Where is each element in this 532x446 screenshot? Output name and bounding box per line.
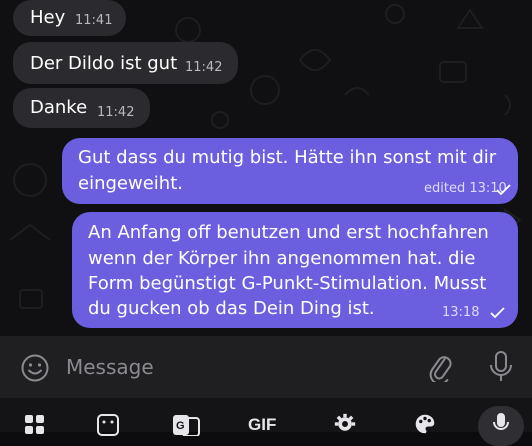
message-time: 13:18 (442, 305, 480, 320)
message-composer: Message (0, 336, 532, 398)
apps-grid-icon[interactable] (24, 414, 46, 436)
message-bubble-incoming[interactable]: Der Dildo ist gut 11:42 (13, 42, 238, 84)
chat-area[interactable]: Hey 11:41 Der Dildo ist gut 11:42 Danke … (0, 0, 532, 336)
microphone-icon[interactable] (488, 350, 514, 384)
voice-input-button[interactable] (478, 406, 524, 446)
microphone-icon (493, 413, 509, 430)
message-text-line: wenn der Körper ihn angenommen hat. die (88, 248, 476, 269)
message-text: Danke (30, 97, 88, 118)
message-text-line: Form begünstigt G-Punkt-Stimulation. Mus… (88, 273, 487, 294)
read-check-icon (490, 307, 505, 319)
emoji-icon[interactable] (20, 353, 50, 383)
keyboard-toolbar: G GIF (0, 398, 532, 446)
sticker-icon[interactable] (96, 414, 120, 436)
read-check-icon (496, 184, 511, 196)
message-time: 11:42 (185, 60, 223, 75)
message-bubble-incoming[interactable]: Hey 11:41 (13, 0, 126, 36)
attach-icon[interactable] (426, 352, 454, 382)
message-text-line: eingeweiht. (78, 173, 183, 194)
translate-icon[interactable]: G (172, 414, 200, 436)
message-bubble-outgoing[interactable]: Gut dass du mutig bist. Hätte ihn sonst … (62, 138, 518, 204)
message-bubble-incoming[interactable]: Danke 11:42 (13, 88, 150, 128)
gif-button[interactable]: GIF (248, 415, 276, 435)
message-time: 11:42 (97, 105, 135, 120)
message-text-line: Gut dass du mutig bist. Hätte ihn sonst … (78, 147, 497, 168)
message-time: edited 13:10 (424, 181, 507, 196)
message-bubble-outgoing[interactable]: An Anfang off benutzen und erst hochfahr… (72, 212, 518, 328)
message-text-line: du gucken ob das Dein Ding ist. (88, 298, 375, 319)
message-text-line: An Anfang off benutzen und erst hochfahr… (88, 222, 489, 243)
message-time: 11:41 (75, 13, 113, 28)
message-input[interactable]: Message (66, 355, 154, 379)
message-text: Hey (30, 7, 66, 28)
svg-text:G: G (176, 420, 185, 432)
message-text: Der Dildo ist gut (30, 53, 178, 74)
